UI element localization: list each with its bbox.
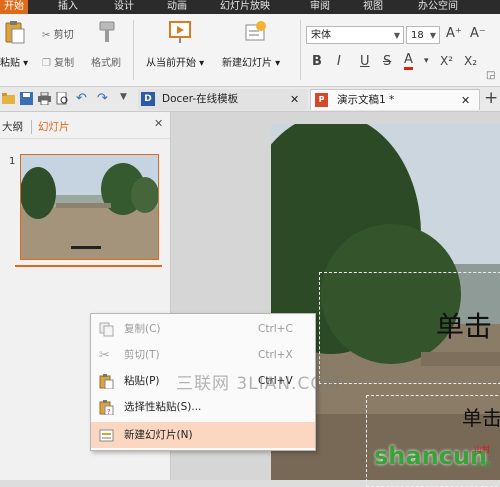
underline-button[interactable]: U <box>360 54 370 69</box>
menu-item-paste-special[interactable]: ? 选择性粘贴(S)... <box>91 394 315 420</box>
bold-button[interactable]: B <box>312 54 322 69</box>
menu-tab-view[interactable]: 视图 <box>363 0 383 14</box>
font-color-button[interactable]: A <box>404 52 413 70</box>
italic-button[interactable]: I <box>337 54 341 69</box>
menu-item-new-slide[interactable]: 新建幻灯片(N) <box>91 422 315 448</box>
superscript-button[interactable]: X² <box>440 54 453 68</box>
grow-font-button[interactable]: A⁺ <box>446 26 462 41</box>
open-folder-icon[interactable] <box>2 92 15 105</box>
watermark-shancun-sub: 山村 <box>474 445 490 454</box>
save-icon[interactable] <box>20 92 33 105</box>
paste-special-icon: ? <box>99 400 114 415</box>
panel-tabs: 大纲 幻灯片 ✕ <box>0 116 170 139</box>
print-icon[interactable] <box>38 92 51 105</box>
doc-tab-label: Docer-在线模板 <box>162 93 239 105</box>
close-icon[interactable]: ✕ <box>461 90 470 111</box>
copy-button[interactable]: ❐ 复制 <box>42 54 74 69</box>
print-preview-icon[interactable] <box>56 92 69 105</box>
slide-thumbnail-photo <box>21 155 158 259</box>
paste-icon <box>5 21 25 44</box>
subscript-button[interactable]: X₂ <box>464 54 477 68</box>
menu-bar: 开始 插入 设计 动画 幻灯片放映 审阅 视图 办公空间 <box>0 0 500 14</box>
doc-tab-label: 演示文稿1 * <box>337 94 395 106</box>
chevron-down-icon: ▼ <box>393 31 400 40</box>
new-slide-icon <box>99 429 114 442</box>
watermark-shancun-text: shancun <box>374 442 488 470</box>
ribbon: 粘贴 ▾ ✂ 剪切 ❐ 复制 格式刷 从当前开始 ▾ 新建幻灯片 ▾ 宋体 ▼ … <box>0 14 500 87</box>
from-current-icon-wrap[interactable] <box>168 20 192 49</box>
docer-icon: D <box>141 92 155 106</box>
font-dialog-launcher[interactable]: ◲ <box>486 70 495 81</box>
document-tab-bar: ↶ ↷ ▼ D Docer-在线模板 ✕ P 演示文稿1 * ✕ + <box>0 87 500 112</box>
tab-outline[interactable]: 大纲 <box>2 119 23 134</box>
watermark-sanlian: 三联网 3LIAN.COM <box>176 374 341 394</box>
title-placeholder[interactable]: 单击 <box>319 272 500 384</box>
new-slide-icon-wrap[interactable] <box>243 20 267 49</box>
menu-tab-insert[interactable]: 插入 <box>58 0 78 14</box>
font-size-select[interactable]: 18 ▼ <box>406 26 440 44</box>
undo-icon[interactable]: ↶ <box>76 91 87 106</box>
ribbon-separator <box>133 20 134 80</box>
slide-insert-marker <box>15 265 162 267</box>
menu-item-copy[interactable]: 复制(C) Ctrl+C <box>91 316 315 342</box>
redo-icon[interactable]: ↷ <box>97 91 108 106</box>
scissors-icon: ✂ <box>99 348 110 363</box>
cut-button[interactable]: ✂ 剪切 <box>42 26 74 41</box>
menu-tab-office-space[interactable]: 办公空间 <box>418 0 458 14</box>
svg-text:?: ? <box>107 408 111 415</box>
shrink-font-button[interactable]: A⁻ <box>470 26 486 41</box>
close-icon[interactable]: ✕ <box>290 89 299 110</box>
paste-big-button[interactable] <box>4 20 26 47</box>
presentation-icon: P <box>315 93 328 107</box>
scissors-icon: ✂ <box>42 30 51 41</box>
slide-thumbnail[interactable] <box>20 154 159 260</box>
menu-tab-slideshow[interactable]: 幻灯片放映 <box>220 0 270 14</box>
doc-tab-presentation[interactable]: P 演示文稿1 * ✕ <box>310 89 480 110</box>
tab-slides[interactable]: 幻灯片 <box>38 119 70 134</box>
new-slide-button[interactable]: 新建幻灯片 ▾ <box>222 54 280 69</box>
slideshow-icon <box>169 21 191 43</box>
menu-tab-home[interactable]: 开始 <box>0 0 28 14</box>
close-icon[interactable]: ✕ <box>154 117 163 130</box>
tab-divider <box>31 120 32 134</box>
copy-icon <box>99 322 114 337</box>
subtitle-placeholder-text: 单击 <box>462 406 500 430</box>
chevron-down-icon: ▼ <box>429 31 436 40</box>
ribbon-separator <box>300 20 301 80</box>
watermark-shancun: shancun 山村 .net <box>374 440 498 478</box>
menu-item-cut[interactable]: ✂ 剪切(T) Ctrl+X <box>91 342 315 368</box>
format-painter-label: 格式刷 <box>91 58 121 69</box>
slide-number: 1 <box>9 156 16 167</box>
strikethrough-button[interactable]: S <box>383 54 391 69</box>
quick-access-dropdown[interactable]: ▼ <box>120 92 127 102</box>
watermark-shancun-net: .net <box>474 460 492 470</box>
menu-tab-animation[interactable]: 动画 <box>167 0 187 14</box>
font-name-select[interactable]: 宋体 ▼ <box>306 26 404 44</box>
paste-icon <box>99 374 114 389</box>
new-slide-icon <box>245 21 266 41</box>
menu-tab-review[interactable]: 审阅 <box>310 0 330 14</box>
from-current-button[interactable]: 从当前开始 ▾ <box>146 54 204 69</box>
font-color-dropdown[interactable]: ▾ <box>424 56 429 66</box>
copy-icon: ❐ <box>42 58 51 69</box>
new-tab-button[interactable]: + <box>484 88 498 108</box>
doc-tab-docer[interactable]: D Docer-在线模板 ✕ <box>138 89 308 110</box>
title-placeholder-text: 单击 <box>436 310 493 343</box>
paste-label[interactable]: 粘贴 ▾ <box>0 54 28 69</box>
menu-tab-design[interactable]: 设计 <box>114 0 134 14</box>
format-painter-button[interactable] <box>96 20 118 47</box>
format-painter-icon <box>99 21 115 42</box>
